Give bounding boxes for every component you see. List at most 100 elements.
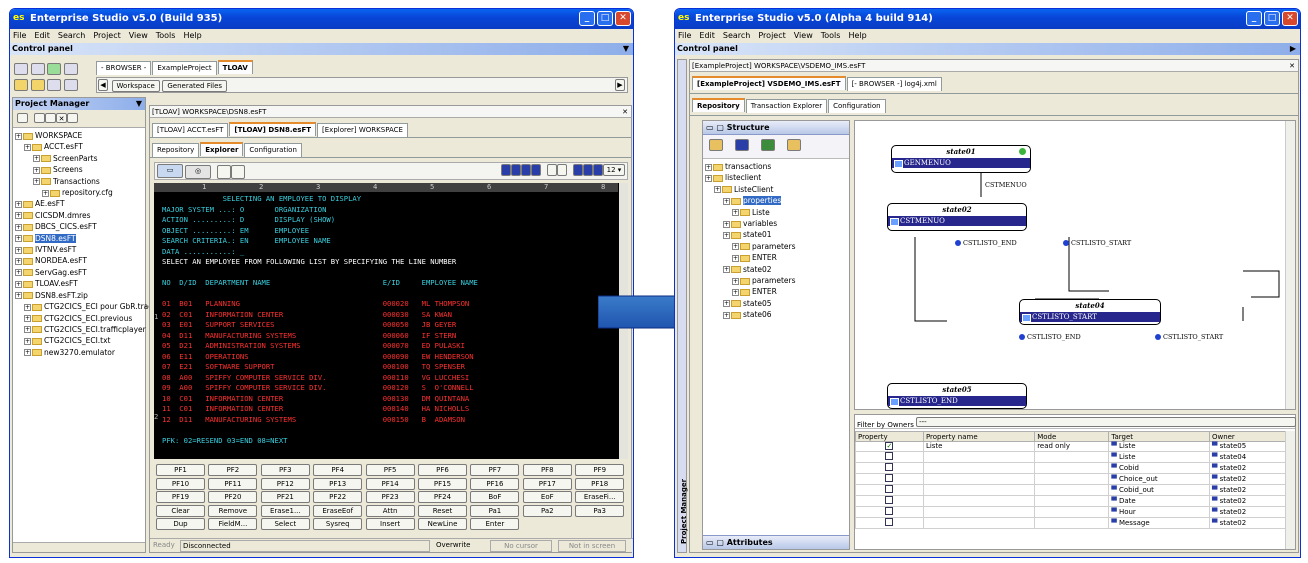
attributes-header[interactable]: ▭ ▢ Attributes [703,535,849,549]
expand-icon[interactable]: + [33,166,40,174]
key-pf1[interactable]: PF1 [156,464,205,476]
tree-item[interactable]: + CTG2CICS_ECI.trafficplayer [15,324,146,335]
key-select[interactable]: Select [260,518,310,531]
chevron-right-icon[interactable]: ▶ [1290,43,1296,55]
tree-item[interactable]: + properties [705,195,847,206]
key-pa2[interactable]: Pa2 [522,504,572,517]
key-pf12[interactable]: PF12 [260,477,310,490]
resources-icon[interactable] [787,139,801,151]
tree-item[interactable]: + TLOAV.esFT [15,278,143,289]
minimize-button[interactable]: _ [579,11,595,26]
tree-item[interactable]: + ENTER [705,252,847,263]
tree-item[interactable]: + state06 [705,309,847,320]
expand-icon[interactable]: + [24,349,31,357]
export-icon[interactable] [47,79,62,91]
key-pf9[interactable]: PF9 [575,464,625,476]
chevron-down-icon[interactable]: ▼ [623,43,629,55]
tab-0[interactable]: Repository [152,143,200,157]
expand-icon[interactable]: + [24,303,31,311]
key-pf19[interactable]: PF19 [156,491,205,504]
key-erasefi[interactable]: EraseFi... [575,491,625,504]
key-fieldm[interactable]: FieldM... [208,518,258,531]
tree-item[interactable]: + state01 [705,229,847,240]
menu-item-edit[interactable]: Edit [699,29,715,43]
expand-icon[interactable]: + [24,143,31,151]
key-bof[interactable]: BoF [470,491,520,504]
properties-icon[interactable] [67,113,78,123]
key-pf15[interactable]: PF15 [418,477,467,490]
project-manager-side-tab[interactable]: Project Manager [677,59,688,553]
expand-icon[interactable]: + [42,189,49,197]
table-row[interactable]: ▀ Cobid ▀ state02 [855,461,1288,474]
tab-1[interactable]: [- BROWSER -] log4j.xml [846,77,942,91]
expand-icon[interactable]: + [732,254,739,262]
key-pf6[interactable]: PF6 [418,464,467,476]
expand-icon[interactable]: + [732,288,739,296]
tab-0[interactable]: [TLOAV] ACCT.esFT [152,123,229,137]
checkbox[interactable] [885,484,894,493]
tree-item[interactable]: + state02 [705,264,847,275]
tab-1[interactable]: Explorer [200,142,244,156]
key-enter[interactable]: Enter [470,518,520,531]
grid-header[interactable]: Target [1108,431,1210,442]
vertical-scrollbar[interactable] [1285,121,1295,409]
folder-icon[interactable] [14,79,28,91]
table-row[interactable]: ▀ Message ▀ state02 [855,516,1288,529]
property-checkbox-cell[interactable] [855,505,924,518]
state-diagram[interactable]: state01 GENMENUO CSTMENUO state02 CSTMENUO… [854,120,1296,410]
open-icon[interactable] [14,63,28,75]
tree-item[interactable]: + Liste [705,207,847,218]
expand-icon[interactable]: + [723,197,730,205]
expand-icon[interactable]: + [24,337,31,345]
checkbox[interactable] [885,495,894,504]
expand-icon[interactable]: + [15,257,22,265]
font-size-select[interactable]: 12 ▾ [603,164,625,176]
tree-item[interactable]: + CTG2CICS_ECI.previous [15,313,143,324]
expand-icon[interactable]: + [705,174,712,182]
key-pf18[interactable]: PF18 [575,477,625,490]
expand-icon[interactable]: + [15,200,22,208]
key-remove[interactable]: Remove [208,504,258,517]
table-row[interactable]: ▀ Date ▀ state02 [855,494,1288,507]
tree-item[interactable]: + DBCS_CICS.esFT [15,221,143,232]
property-checkbox-cell[interactable] [855,472,924,485]
grid-header[interactable]: Property name [922,431,1036,442]
key-pf23[interactable]: PF23 [365,491,415,504]
expand-icon[interactable]: + [723,231,730,239]
transactions-icon[interactable] [709,139,723,151]
menu-item-project[interactable]: Project [758,29,785,43]
tree-item[interactable]: + IVTNV.esFT [15,244,143,255]
menu-item-search[interactable]: Search [58,29,85,43]
key-erase1[interactable]: Erase1... [260,504,310,517]
expand-icon[interactable]: + [15,212,22,220]
zoom-icon[interactable] [573,164,583,176]
expand-icon[interactable]: + [15,269,22,277]
tree-item[interactable]: + ServGag.esFT [15,267,143,278]
expand-icon[interactable]: + [15,132,22,140]
key-pf7[interactable]: PF7 [470,464,520,476]
expand-icon[interactable]: + [723,300,730,308]
key-pf13[interactable]: PF13 [313,477,363,490]
grid-header[interactable]: Owner [1208,431,1288,442]
delete-icon[interactable]: ✕ [56,113,67,123]
horizontal-scrollbar[interactable] [13,542,145,552]
checkbox[interactable]: ✓ [885,442,894,451]
menu-item-tools[interactable]: Tools [821,29,841,43]
property-checkbox-cell[interactable] [855,450,924,463]
tab-0[interactable]: [ExampleProject] VSDEMO_IMS.esFT [692,76,846,90]
tree-item[interactable]: + parameters [705,275,847,286]
property-checkbox-cell[interactable] [855,483,924,496]
chevron-down-icon[interactable]: ▼ [136,98,142,110]
menu-item-view[interactable]: View [129,29,148,43]
key-pf2[interactable]: PF2 [208,464,258,476]
browser-tab[interactable]: TLOAV [217,60,253,74]
menu-item-edit[interactable]: Edit [34,29,50,43]
expand-icon[interactable]: + [732,243,739,251]
tree-item[interactable]: + variables [705,218,847,229]
property-checkbox-cell[interactable] [855,494,924,507]
copy-icon[interactable] [34,113,45,123]
collapse-icon[interactable]: ▭ ▢ [706,123,727,132]
checkbox[interactable] [885,473,894,482]
key-pf22[interactable]: PF22 [313,491,363,504]
screen-icon[interactable] [231,165,245,179]
